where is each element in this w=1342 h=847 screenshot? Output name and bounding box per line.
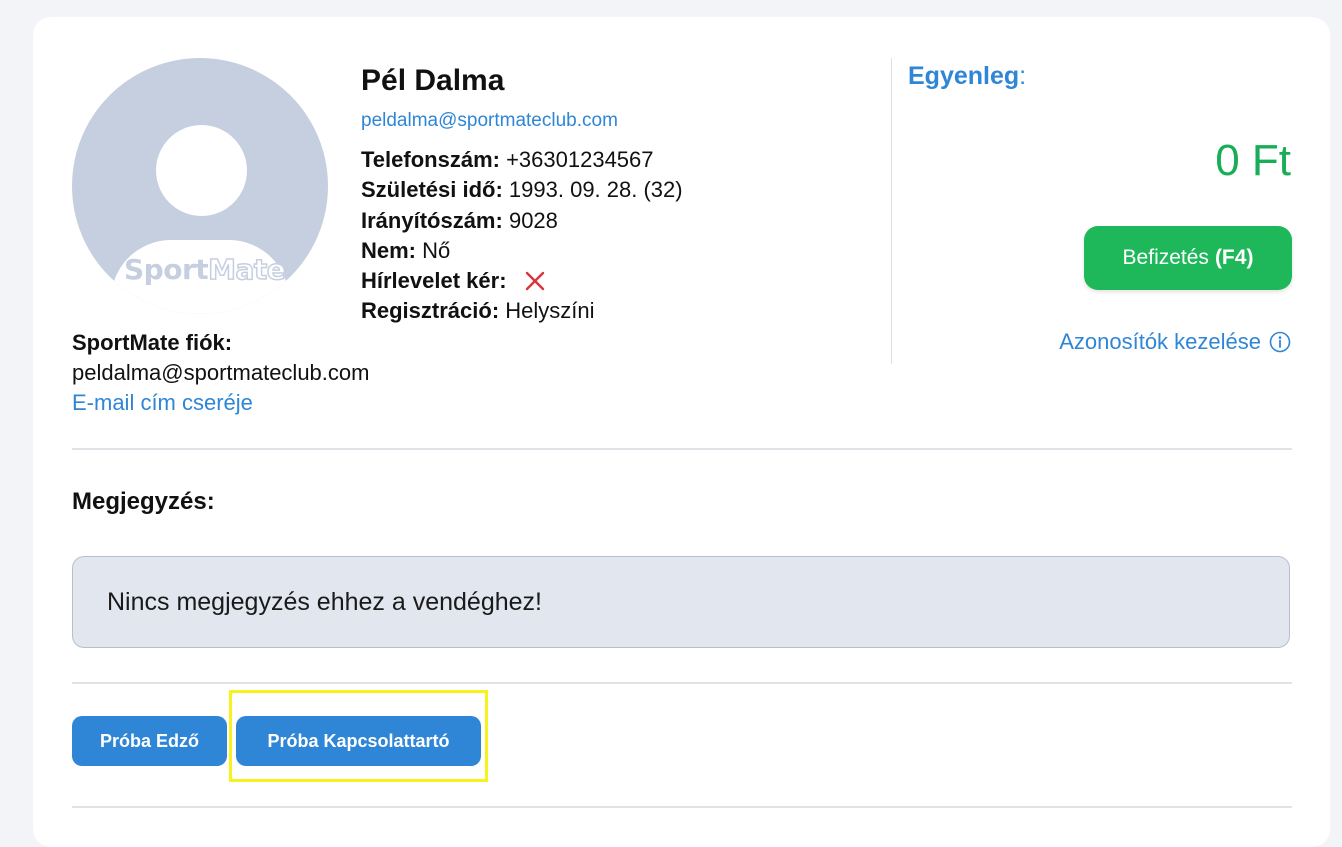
- logo-mate-text: Mate: [207, 252, 286, 287]
- balance-value: 0 Ft: [1215, 136, 1291, 185]
- vertical-divider: [891, 58, 892, 364]
- detail-label: Születési idő:: [361, 177, 503, 203]
- detail-value: 1993. 09. 28. (32): [508, 177, 683, 203]
- logo-sport-text: Sport: [124, 253, 209, 286]
- detail-gender: Nem: Nő: [361, 236, 683, 266]
- customer-email-link[interactable]: peldalma@sportmateclub.com: [361, 110, 618, 132]
- trial-coach-button[interactable]: Próba Edző: [72, 716, 227, 766]
- detail-value: +36301234567: [506, 147, 654, 172]
- detail-value: 9028: [508, 207, 558, 233]
- detail-label: Telefonszám:: [361, 147, 500, 172]
- detail-value: Nő: [422, 237, 451, 263]
- notes-box: Nincs megjegyzés ehhez a vendéghez!: [72, 556, 1290, 648]
- highlight-box: [229, 690, 488, 782]
- customer-details: Telefonszám: +36301234567 Születési idő:…: [361, 145, 683, 327]
- detail-registration: Regisztráció: Helyszíni: [361, 296, 683, 326]
- detail-phone: Telefonszám: +36301234567: [361, 145, 683, 175]
- pay-button-label: Befizetés: [1122, 246, 1209, 269]
- balance-label-colon: :: [1019, 62, 1027, 90]
- pay-button[interactable]: Befizetés (F4): [1084, 226, 1292, 290]
- account-email: peldalma@sportmateclub.com: [72, 360, 370, 385]
- avatar-head-shape: [156, 125, 247, 216]
- manage-identifiers-link[interactable]: Azonosítók kezelése: [1059, 329, 1291, 355]
- balance-label-text: Egyenleg: [908, 62, 1020, 90]
- sportmate-logo: SportMate: [124, 252, 287, 287]
- detail-label: Hírlevelet kér:: [361, 268, 507, 294]
- pay-button-shortcut: (F4): [1214, 246, 1254, 269]
- section-divider: [72, 448, 1292, 450]
- detail-birthdate: Születési idő: 1993. 09. 28. (32): [361, 175, 683, 205]
- detail-label: Irányítószám:: [361, 207, 503, 233]
- detail-label: Regisztráció:: [361, 298, 500, 324]
- notes-title: Megjegyzés:: [72, 488, 215, 515]
- section-divider: [72, 682, 1292, 684]
- change-email-link[interactable]: E-mail cím cseréje: [72, 388, 369, 418]
- account-title: SportMate fiók:: [72, 330, 233, 355]
- balance-label: Egyenleg:: [908, 62, 1026, 91]
- info-icon[interactable]: [1269, 331, 1291, 353]
- manage-identifiers-label: Azonosítók kezelése: [1059, 329, 1261, 354]
- detail-value: Helyszíni: [505, 298, 595, 324]
- sportmate-account: SportMate fiók: peldalma@sportmateclub.c…: [72, 328, 369, 418]
- detail-newsletter: Hírlevelet kér:: [361, 266, 683, 296]
- notes-text: Nincs megjegyzés ehhez a vendéghez!: [107, 587, 542, 616]
- customer-name: Pél Dalma: [361, 64, 505, 97]
- section-divider: [72, 806, 1292, 808]
- x-icon: [525, 271, 544, 291]
- detail-zip: Irányítószám: 9028: [361, 206, 683, 236]
- avatar: SportMate: [72, 58, 328, 314]
- detail-label: Nem:: [361, 237, 417, 263]
